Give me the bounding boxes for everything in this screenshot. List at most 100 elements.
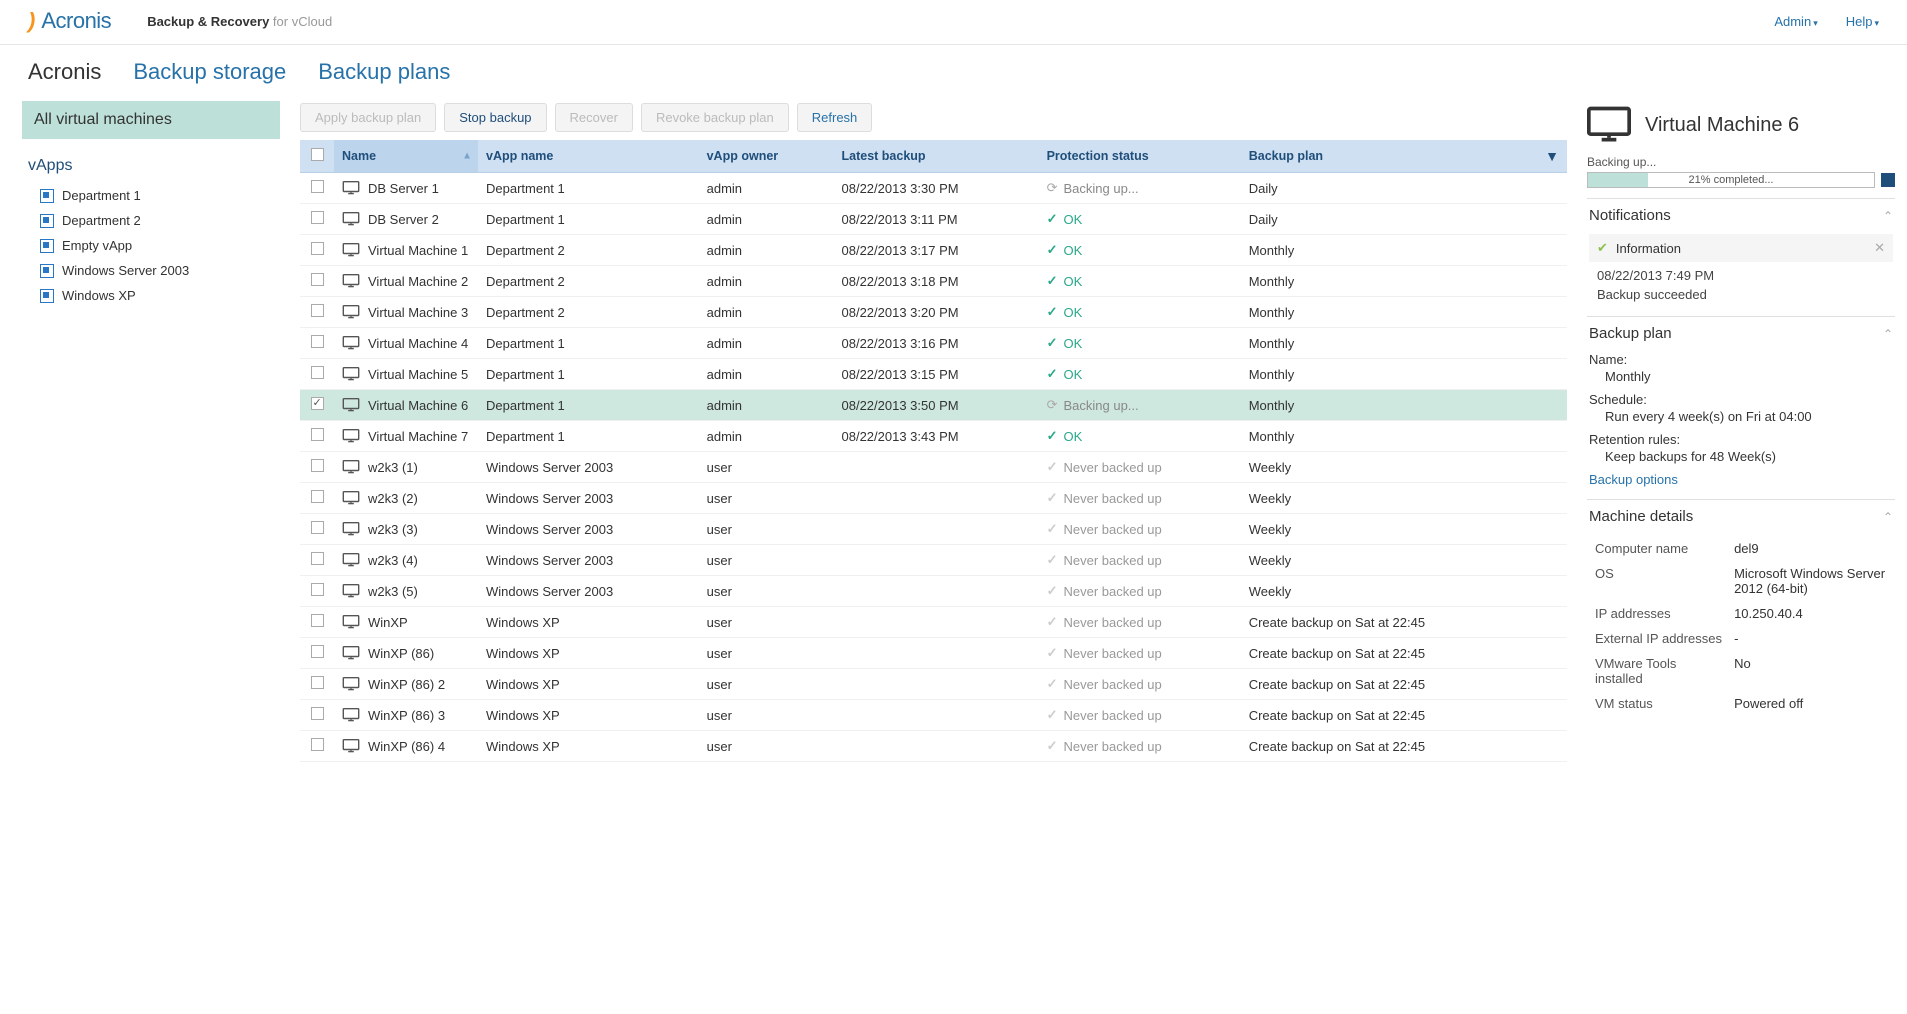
header-status[interactable]: Protection status: [1039, 140, 1241, 173]
top-bar-right: Admin▾ Help▾: [1774, 14, 1879, 29]
recover-button[interactable]: Recover: [555, 103, 633, 132]
status-cell: ✓Never backed up: [1039, 731, 1241, 762]
nav-acronis[interactable]: Acronis: [28, 59, 101, 85]
machine-details-toggle[interactable]: Machine details ⌃: [1587, 500, 1895, 533]
row-checkbox[interactable]: [311, 335, 324, 348]
sidebar-item[interactable]: Department 2: [22, 208, 280, 233]
header-checkbox[interactable]: [300, 140, 334, 173]
row-checkbox[interactable]: [311, 242, 324, 255]
sidebar-item[interactable]: Empty vApp: [22, 233, 280, 258]
header-vapp[interactable]: vApp name: [478, 140, 699, 173]
row-checkbox[interactable]: [311, 676, 324, 689]
plan-cell: Create backup on Sat at 22:45: [1241, 731, 1537, 762]
table-row[interactable]: Virtual Machine 7Department 1admin08/22/…: [300, 421, 1567, 452]
row-checkbox[interactable]: [311, 490, 324, 503]
monitor-icon: [342, 708, 360, 722]
sidebar-all-vms[interactable]: All virtual machines: [22, 101, 280, 139]
table-row[interactable]: w2k3 (3)Windows Server 2003user✓Never ba…: [300, 514, 1567, 545]
row-checkbox[interactable]: [311, 707, 324, 720]
status-cell: ✓Never backed up: [1039, 545, 1241, 576]
vapp-icon: [40, 264, 54, 278]
filter-button[interactable]: ▼: [1537, 140, 1567, 173]
table-row[interactable]: w2k3 (4)Windows Server 2003user✓Never ba…: [300, 545, 1567, 576]
revoke-backup-plan-button[interactable]: Revoke backup plan: [641, 103, 789, 132]
plan-cell: Weekly: [1241, 545, 1537, 576]
owner-cell: user: [699, 545, 834, 576]
sidebar-item[interactable]: Windows Server 2003: [22, 258, 280, 283]
table-row[interactable]: WinXP (86) 3Windows XPuser✓Never backed …: [300, 700, 1567, 731]
vapp-cell: Department 1: [478, 359, 699, 390]
table-row[interactable]: WinXP (86) 4Windows XPuser✓Never backed …: [300, 731, 1567, 762]
vapp-cell: Department 1: [478, 390, 699, 421]
row-checkbox[interactable]: [311, 366, 324, 379]
row-checkbox[interactable]: [311, 614, 324, 627]
latest-cell: [834, 638, 1039, 669]
check-icon: ✓: [1047, 366, 1058, 382]
vm-name-label: w2k3 (5): [368, 584, 418, 599]
table-row[interactable]: WinXP (86) 2Windows XPuser✓Never backed …: [300, 669, 1567, 700]
admin-menu[interactable]: Admin▾: [1774, 14, 1817, 29]
owner-cell: user: [699, 483, 834, 514]
nav-backup-plans[interactable]: Backup plans: [318, 59, 450, 85]
row-checkbox[interactable]: [311, 397, 324, 410]
header-latest[interactable]: Latest backup: [834, 140, 1039, 173]
progress-text: 21% completed...: [1588, 173, 1874, 187]
product-light: for vCloud: [269, 14, 332, 29]
table-row[interactable]: Virtual Machine 3Department 2admin08/22/…: [300, 297, 1567, 328]
refresh-button[interactable]: Refresh: [797, 103, 873, 132]
check-icon: ✓: [1047, 614, 1058, 630]
vapp-icon: [40, 289, 54, 303]
sidebar-item-label: Department 1: [62, 188, 141, 203]
apply-backup-plan-button[interactable]: Apply backup plan: [300, 103, 436, 132]
header-name[interactable]: Name▲: [334, 140, 478, 173]
header-owner[interactable]: vApp owner: [699, 140, 834, 173]
monitor-icon: [342, 677, 360, 691]
monitor-icon: [342, 305, 360, 319]
table-row[interactable]: Virtual Machine 1Department 2admin08/22/…: [300, 235, 1567, 266]
plan-cell: Weekly: [1241, 576, 1537, 607]
vm-name-label: Virtual Machine 2: [368, 274, 468, 289]
table-row[interactable]: w2k3 (1)Windows Server 2003user✓Never ba…: [300, 452, 1567, 483]
row-checkbox[interactable]: [311, 211, 324, 224]
row-checkbox[interactable]: [311, 583, 324, 596]
header-plan[interactable]: Backup plan: [1241, 140, 1537, 173]
check-icon: ✓: [1047, 645, 1058, 661]
status-cell: ✓OK: [1039, 266, 1241, 297]
nav-backup-storage[interactable]: Backup storage: [133, 59, 286, 85]
status-cell: ✓OK: [1039, 328, 1241, 359]
row-checkbox[interactable]: [311, 552, 324, 565]
table-row[interactable]: WinXPWindows XPuser✓Never backed upCreat…: [300, 607, 1567, 638]
stop-progress-button[interactable]: [1881, 173, 1895, 187]
row-checkbox[interactable]: [311, 459, 324, 472]
row-checkbox[interactable]: [311, 645, 324, 658]
row-checkbox[interactable]: [311, 738, 324, 751]
table-row[interactable]: DB Server 1Department 1admin08/22/2013 3…: [300, 173, 1567, 204]
sidebar-item[interactable]: Department 1: [22, 183, 280, 208]
sidebar-item[interactable]: Windows XP: [22, 283, 280, 308]
table-row[interactable]: Virtual Machine 2Department 2admin08/22/…: [300, 266, 1567, 297]
table-row[interactable]: w2k3 (5)Windows Server 2003user✓Never ba…: [300, 576, 1567, 607]
monitor-icon: [342, 367, 360, 381]
row-checkbox[interactable]: [311, 304, 324, 317]
row-checkbox[interactable]: [311, 521, 324, 534]
row-checkbox[interactable]: [311, 180, 324, 193]
stop-backup-button[interactable]: Stop backup: [444, 103, 546, 132]
row-checkbox[interactable]: [311, 428, 324, 441]
close-icon[interactable]: ✕: [1874, 240, 1885, 256]
vm-name-label: WinXP (86): [368, 646, 434, 661]
help-menu[interactable]: Help▾: [1846, 14, 1879, 29]
plan-cell: Monthly: [1241, 266, 1537, 297]
md-key: VM status: [1591, 692, 1728, 715]
notifications-toggle[interactable]: Notifications ⌃: [1587, 199, 1895, 232]
table-row[interactable]: DB Server 2Department 1admin08/22/2013 3…: [300, 204, 1567, 235]
vm-name-label: Virtual Machine 1: [368, 243, 468, 258]
table-row[interactable]: Virtual Machine 6Department 1admin08/22/…: [300, 390, 1567, 421]
backup-options-link[interactable]: Backup options: [1589, 472, 1678, 487]
table-row[interactable]: WinXP (86)Windows XPuser✓Never backed up…: [300, 638, 1567, 669]
backup-plan-toggle[interactable]: Backup plan ⌃: [1587, 317, 1895, 350]
table-row[interactable]: Virtual Machine 4Department 1admin08/22/…: [300, 328, 1567, 359]
vapp-cell: Windows Server 2003: [478, 545, 699, 576]
row-checkbox[interactable]: [311, 273, 324, 286]
table-row[interactable]: w2k3 (2)Windows Server 2003user✓Never ba…: [300, 483, 1567, 514]
table-row[interactable]: Virtual Machine 5Department 1admin08/22/…: [300, 359, 1567, 390]
